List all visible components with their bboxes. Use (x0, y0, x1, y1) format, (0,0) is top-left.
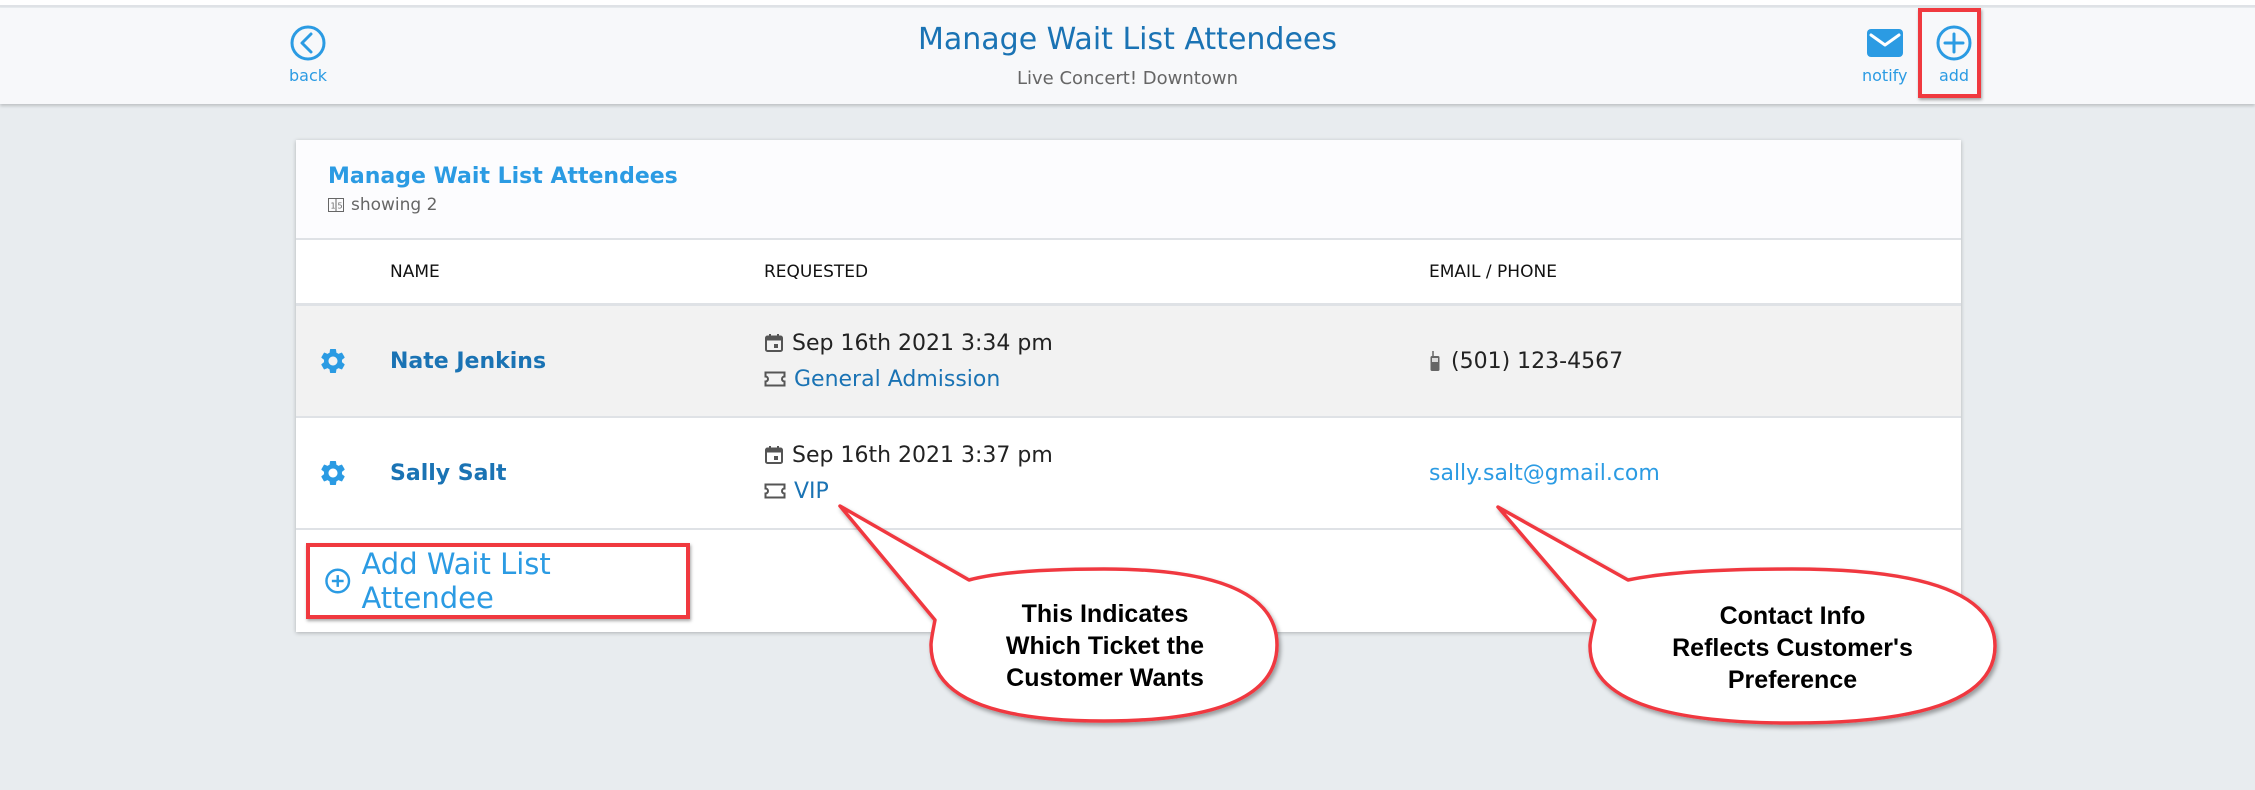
page-header: back Manage Wait List Attendees Live Con… (0, 8, 2255, 104)
callout-line: Customer Wants (1006, 664, 1204, 692)
top-strip (0, 0, 2255, 7)
page-subtitle: Live Concert! Downtown (1016, 68, 1239, 89)
callout-line: Contact Info (1719, 602, 1866, 630)
contact-phone: (501) 123-4567 (1451, 348, 1624, 374)
callout-ticket-text: This Indicates Which Ticket the Customer… (960, 598, 1250, 694)
col-contact-header: EMAIL / PHONE (1429, 261, 1557, 282)
add-highlight-box (1918, 8, 1981, 98)
notify-label: notify (1862, 66, 1908, 85)
mobile-phone-icon (1430, 351, 1440, 371)
callout-line: Reflects Customer's (1672, 634, 1913, 662)
callout-line: This Indicates (1021, 600, 1189, 628)
ticket-icon (764, 483, 786, 499)
plus-circle-icon (325, 568, 351, 594)
table-header: NAME REQUESTED EMAIL / PHONE (296, 240, 1961, 306)
attendee-name[interactable]: Nate Jenkins (390, 349, 546, 374)
svg-text:5: 5 (338, 202, 343, 211)
wait-list-card: Manage Wait List Attendees 1 5 showing 2… (296, 140, 1961, 632)
requested-date: Sep 16th 2021 3:34 pm (792, 330, 1053, 356)
callout-line: Preference (1727, 666, 1858, 694)
callout-contact-text: Contact Info Reflects Customer's Prefere… (1640, 600, 1945, 696)
record-count: 1 5 showing 2 (328, 195, 1929, 215)
page-title: Manage Wait List Attendees (917, 22, 1338, 57)
card-header: Manage Wait List Attendees 1 5 showing 2 (296, 140, 1961, 240)
add-wait-list-attendee-label: Add Wait List Attendee (361, 547, 551, 615)
ticket-icon (764, 371, 786, 387)
table-row: Sally Salt Sep 16th 2021 3:37 pm VIP sal… (296, 418, 1961, 530)
count-label: showing 2 (351, 195, 438, 215)
count-icon: 1 5 (328, 198, 344, 212)
callout-line: Which Ticket the (1005, 632, 1205, 660)
add-wait-list-attendee-button[interactable]: Add Wait List Attendee (306, 543, 690, 619)
attendee-name[interactable]: Sally Salt (390, 461, 507, 486)
ticket-type-link[interactable]: General Admission (794, 367, 1000, 392)
contact-email-link[interactable]: sally.salt@gmail.com (1429, 461, 1660, 486)
notify-button[interactable]: notify (1862, 24, 1907, 85)
calendar-icon (765, 446, 783, 464)
requested-date: Sep 16th 2021 3:37 pm (792, 442, 1053, 468)
gear-icon[interactable] (318, 458, 348, 488)
svg-text:1: 1 (331, 202, 336, 211)
calendar-icon (765, 334, 783, 352)
ticket-type-link[interactable]: VIP (794, 479, 829, 504)
envelope-icon (1866, 29, 1903, 57)
card-title: Manage Wait List Attendees (328, 164, 678, 189)
gear-icon[interactable] (318, 346, 348, 376)
col-requested-header: REQUESTED (764, 261, 869, 282)
table-row: Nate Jenkins Sep 16th 2021 3:34 pm Gener… (296, 306, 1961, 418)
col-name-header: NAME (390, 261, 440, 282)
